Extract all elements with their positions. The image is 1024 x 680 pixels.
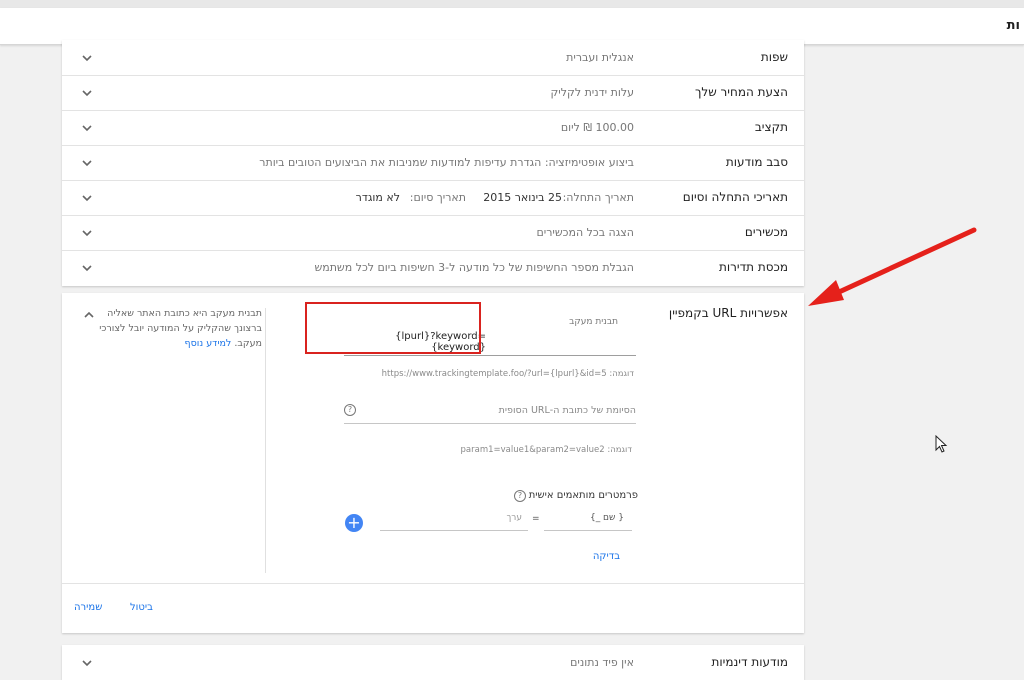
final-url-suffix-example: דוגמה: param1=value1&param2=value2	[460, 445, 632, 455]
chevron-down-icon[interactable]	[80, 121, 94, 135]
settings-row-devices[interactable]: מכשירים הצגה בכל המכשירים	[62, 215, 804, 251]
mouse-cursor-icon	[935, 435, 948, 453]
row-label: שפות	[760, 50, 788, 64]
equals-sign: =	[532, 514, 540, 524]
tracking-template-example: דוגמה: https://www.trackingtemplate.foo/…	[381, 369, 634, 379]
annotation-arrow-icon	[808, 227, 977, 306]
row-label: הצעת המחיר שלך	[694, 85, 788, 99]
settings-row-languages[interactable]: שפות אנגלית ועברית	[62, 40, 804, 76]
settings-row-dates[interactable]: תאריכי התחלה וסיום תאריך התחלה: 25 בינוא…	[62, 180, 804, 216]
custom-param-value-input[interactable]: ערך	[380, 508, 528, 531]
chevron-down-icon[interactable]	[80, 261, 94, 275]
horizontal-divider	[62, 583, 804, 584]
page-title: ות	[1006, 18, 1020, 33]
row-value: אנגלית ועברית	[566, 51, 634, 64]
tracking-template-label: תבנית מעקב	[569, 317, 618, 327]
save-button[interactable]: שמירה	[74, 602, 102, 613]
start-date-label: תאריך התחלה:	[562, 191, 634, 204]
custom-parameters-label: פרמטרים מותאמים אישית	[528, 490, 638, 501]
help-icon[interactable]: ?	[514, 490, 526, 502]
param-name-placeholder: { שם _}	[589, 513, 624, 523]
campaign-settings-card: שפות אנגלית ועברית הצעת המחיר שלך עלות י…	[62, 40, 804, 286]
final-url-suffix-input[interactable]: הסיומת של כתובת ה-URL הסופית ?	[344, 401, 636, 424]
row-label: סבב מודעות	[725, 155, 788, 169]
settings-row-bidding[interactable]: הצעת המחיר שלך עלות ידנית לקליק	[62, 75, 804, 111]
add-parameter-button[interactable]: +	[345, 514, 363, 532]
learn-more-link[interactable]: למידע נוסף	[185, 338, 232, 349]
chevron-down-icon[interactable]	[80, 656, 94, 670]
chevron-down-icon[interactable]	[80, 226, 94, 240]
param-value-placeholder: ערך	[506, 513, 522, 523]
help-text: תבנית מעקב היא כתובת האתר שאליה ברצונך ש…	[86, 306, 262, 351]
row-label: מכסת תדירות	[718, 260, 788, 274]
chevron-down-icon[interactable]	[80, 156, 94, 170]
cancel-button[interactable]: ביטול	[130, 602, 153, 613]
plus-icon: +	[347, 513, 361, 532]
chevron-down-icon[interactable]	[80, 191, 94, 205]
section-title: אפשרויות URL בקמפיין	[668, 306, 788, 320]
settings-row-budget[interactable]: תקציב 100.00 ₪ ליום	[62, 110, 804, 146]
start-date-value: 25 בינואר 2015	[483, 191, 562, 204]
final-url-suffix-placeholder: הסיומת של כתובת ה-URL הסופית	[498, 405, 636, 416]
help-icon[interactable]: ?	[344, 404, 356, 416]
settings-row-frequency-cap[interactable]: מכסת תדירות הגבלת מספר החשיפות של כל מוד…	[62, 250, 804, 285]
custom-param-name-input[interactable]: { שם _}	[544, 508, 632, 531]
row-value: ביצוע אופטימיזציה: הגדרת עדיפות למודעות …	[259, 156, 634, 169]
settings-row-ad-rotation[interactable]: סבב מודעות ביצוע אופטימיזציה: הגדרת עדיפ…	[62, 145, 804, 181]
test-button[interactable]: בדיקה	[593, 551, 620, 562]
help-text-body: תבנית מעקב היא כתובת האתר שאליה ברצונך ש…	[99, 308, 262, 349]
end-date-value: לא מוגדר	[355, 191, 400, 204]
row-value: 100.00 ₪ ליום	[560, 121, 634, 134]
end-date-label: תאריך סיום:	[409, 191, 466, 204]
row-value: עלות ידנית לקליק	[550, 86, 635, 99]
chevron-down-icon[interactable]	[80, 51, 94, 65]
annotation-highlight-box	[305, 302, 481, 354]
row-label: תקציב	[754, 120, 788, 134]
chevron-down-icon[interactable]	[80, 86, 94, 100]
top-strip	[0, 0, 1024, 8]
row-label: תאריכי התחלה וסיום	[682, 190, 788, 204]
row-value: הגבלת מספר החשיפות של כל מודעה ל-3 חשיפו…	[314, 261, 634, 274]
vertical-divider	[265, 308, 266, 573]
row-value: הצגה בכל המכשירים	[536, 226, 634, 239]
row-label: מכשירים	[744, 225, 788, 239]
